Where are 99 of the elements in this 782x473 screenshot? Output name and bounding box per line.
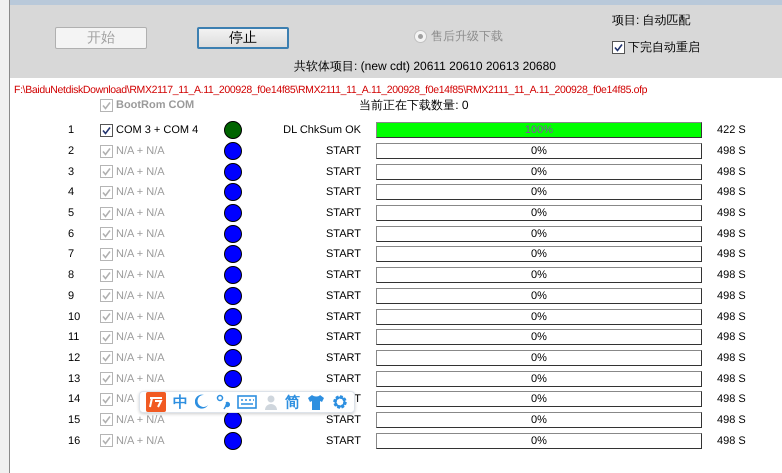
port-number: 6: [68, 228, 76, 240]
percent-text: 0%: [531, 434, 547, 447]
time-text: 498 S: [717, 372, 747, 385]
time-text: 498 S: [717, 269, 747, 282]
percent-text: 0%: [531, 414, 547, 426]
com-label: N/A + N/A: [116, 414, 165, 426]
stop-button[interactable]: 停止: [197, 27, 289, 49]
person-icon[interactable]: [264, 394, 278, 410]
port-number: 4: [68, 186, 76, 198]
com-label: N/A + N/A: [116, 207, 165, 220]
keyboard-icon[interactable]: [237, 395, 257, 409]
status-text: START: [326, 269, 361, 282]
status-text: START: [326, 228, 361, 240]
port-number: 1: [68, 124, 76, 136]
status-text: DL ChkSum OK: [283, 124, 361, 136]
radio-label: 售后升级下载: [431, 28, 503, 45]
status-text: START: [326, 331, 361, 344]
percent-text: 0%: [531, 186, 547, 198]
logo-icon[interactable]: [146, 392, 166, 412]
auto-reboot-label: 下完自动重启: [628, 39, 700, 56]
percent-text: 0%: [531, 352, 547, 364]
port-number: 5: [68, 207, 76, 220]
checkbox[interactable]: [100, 124, 113, 137]
port-number: 15: [68, 414, 82, 426]
status-text: START: [326, 207, 361, 220]
checkbox[interactable]: [612, 41, 625, 54]
status-text: START: [326, 290, 361, 302]
status-text: START: [326, 166, 361, 178]
status-text: START: [326, 434, 361, 447]
port-number: 14: [68, 393, 82, 406]
port-number: 7: [68, 248, 76, 260]
port-number: 9: [68, 290, 76, 302]
download-count: 当前正在下载数量: 0: [359, 96, 469, 114]
status-text: T: [354, 393, 361, 406]
time-text: 422 S: [717, 124, 747, 136]
port-number: 3: [68, 166, 76, 178]
status-text: START: [326, 186, 361, 198]
status-text: START: [326, 310, 361, 323]
port-number: 8: [68, 269, 76, 282]
simplified-button[interactable]: 简: [285, 392, 300, 412]
port-number: 12: [68, 352, 82, 364]
time-text: 498 S: [717, 352, 747, 364]
shared-projects-label: 共软体项目: (new cdt) 20611 20610 20613 20680: [294, 58, 556, 75]
settings-icon[interactable]: [332, 394, 348, 410]
time-text: 498 S: [717, 145, 747, 158]
percent-text: 0%: [531, 166, 547, 178]
com-label: N/A + N/A: [116, 269, 165, 282]
shirt-icon[interactable]: [307, 394, 325, 410]
time-text: 498 S: [717, 393, 747, 406]
time-text: 498 S: [717, 207, 747, 220]
status-text: START: [326, 352, 361, 364]
com-label: N/A + N/A: [116, 434, 165, 447]
percent-text: 0%: [531, 248, 547, 260]
com-label: N/A + N/A: [116, 290, 165, 302]
moon-icon[interactable]: [195, 394, 209, 410]
status-text: START: [326, 414, 361, 426]
status-text: START: [326, 372, 361, 385]
language-mode-button[interactable]: 中: [173, 392, 188, 412]
status-text: START: [326, 145, 361, 158]
port-number: 2: [68, 145, 76, 158]
port-number: 16: [68, 434, 82, 447]
com-label: N/A + N/A: [116, 310, 165, 323]
punctuation-icon[interactable]: [216, 394, 230, 410]
port-number: 11: [68, 331, 80, 344]
com-label: N/A + N/A: [116, 145, 165, 158]
time-text: 498 S: [717, 331, 747, 344]
percent-text: 0%: [531, 393, 547, 406]
percent-text: 0%: [531, 372, 547, 385]
com-label: COM 3 + COM 4: [116, 124, 198, 136]
com-label: N/A + N/A: [116, 228, 165, 240]
time-text: 498 S: [717, 166, 747, 178]
time-text: 498 S: [717, 228, 747, 240]
percent-text: 0%: [531, 207, 547, 220]
time-text: 498 S: [717, 310, 747, 323]
status-text: START: [326, 248, 361, 260]
time-text: 498 S: [717, 434, 747, 447]
com-label: N/A + N/A: [116, 372, 165, 385]
project-label: 项目: 自动匹配: [612, 12, 692, 29]
percent-text: 0%: [531, 331, 547, 344]
percent-text: 0%: [531, 310, 547, 323]
com-label: N/A + N/A: [116, 166, 165, 178]
com-label: N/A: [116, 393, 134, 406]
percent-text: 0%: [531, 269, 547, 282]
com-label: N/A + N/A: [116, 352, 165, 364]
time-text: 498 S: [717, 248, 747, 260]
time-text: 498 S: [717, 414, 747, 426]
percent-text: 0%: [531, 145, 547, 158]
firmware-path: F:\BaiduNetdiskDownload\RMX2117_11_A.11_200928_f0e14f85\RMX2111_11_A.11_200928_f0e14f85\RMX2111_11_A.11_200928_f0e14f85.ofp: [13, 83, 648, 96]
time-text: 498 S: [717, 290, 747, 302]
time-text: 498 S: [717, 186, 747, 198]
percent-text: 0%: [531, 228, 547, 240]
com-label: N/A + N/A: [116, 186, 165, 198]
com-label: N/A + N/A: [116, 248, 165, 260]
percent-text: 100%: [524, 124, 554, 136]
percent-text: 0%: [531, 290, 547, 302]
bootrom-label: BootRom COM: [116, 99, 194, 111]
port-number: 13: [68, 372, 82, 385]
com-label: N/A + N/A: [116, 331, 165, 344]
port-number: 10: [68, 310, 82, 323]
